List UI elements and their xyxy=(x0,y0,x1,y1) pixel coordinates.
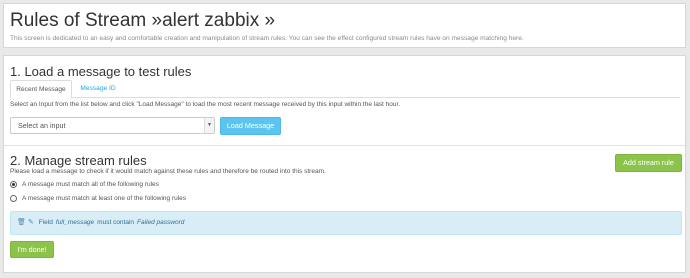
input-select-value: Select an input xyxy=(18,121,66,130)
rule-value: Failed password xyxy=(137,219,185,226)
chevron-down-icon: ▼ xyxy=(204,118,214,133)
tab-recent-message[interactable]: Recent Message xyxy=(10,80,72,99)
load-message-section-title: 1. Load a message to test rules xyxy=(10,64,192,79)
page-header: Rules of Stream »alert zabbix » This scr… xyxy=(3,3,686,48)
manage-rules-section-title: 2. Manage stream rules xyxy=(10,153,147,168)
message-source-tabs: Recent Message Message ID xyxy=(10,79,680,99)
rule-operator: must contain xyxy=(97,219,135,226)
page-description: This screen is dedicated to an easy and … xyxy=(10,35,524,42)
done-button[interactable]: I'm done! xyxy=(10,241,54,258)
trash-icon[interactable]: 🗑 xyxy=(17,212,26,234)
match-all-option[interactable]: A message must match all of the followin… xyxy=(10,180,159,189)
match-all-label: A message must match all of the followin… xyxy=(22,181,159,188)
input-select[interactable]: Select an input ▼ xyxy=(10,117,215,134)
manage-rules-description: Please load a message to check if it wou… xyxy=(10,168,326,175)
stream-rule-item: 🗑 ✎ Field full_message must contain Fail… xyxy=(10,211,682,235)
match-any-radio[interactable] xyxy=(10,195,17,202)
match-any-option[interactable]: A message must match at least one of the… xyxy=(10,194,186,203)
rule-prefix: Field xyxy=(38,219,53,226)
tab-message-id[interactable]: Message ID xyxy=(72,80,124,99)
match-all-radio[interactable] xyxy=(10,181,17,188)
page-title: Rules of Stream »alert zabbix » xyxy=(10,10,276,31)
stream-rule-text: 🗑 ✎ Field full_message must contain Fail… xyxy=(17,212,184,234)
edit-icon[interactable]: ✎ xyxy=(28,212,34,234)
main-panel: 1. Load a message to test rules Recent M… xyxy=(3,55,686,273)
load-message-hint: Select an Input from the list below and … xyxy=(10,101,401,108)
rule-field: full_message xyxy=(55,219,95,226)
match-any-label: A message must match at least one of the… xyxy=(22,195,187,202)
section-divider xyxy=(4,145,685,146)
add-stream-rule-button[interactable]: Add stream rule xyxy=(615,154,682,172)
load-message-button[interactable]: Load Message xyxy=(220,117,281,135)
